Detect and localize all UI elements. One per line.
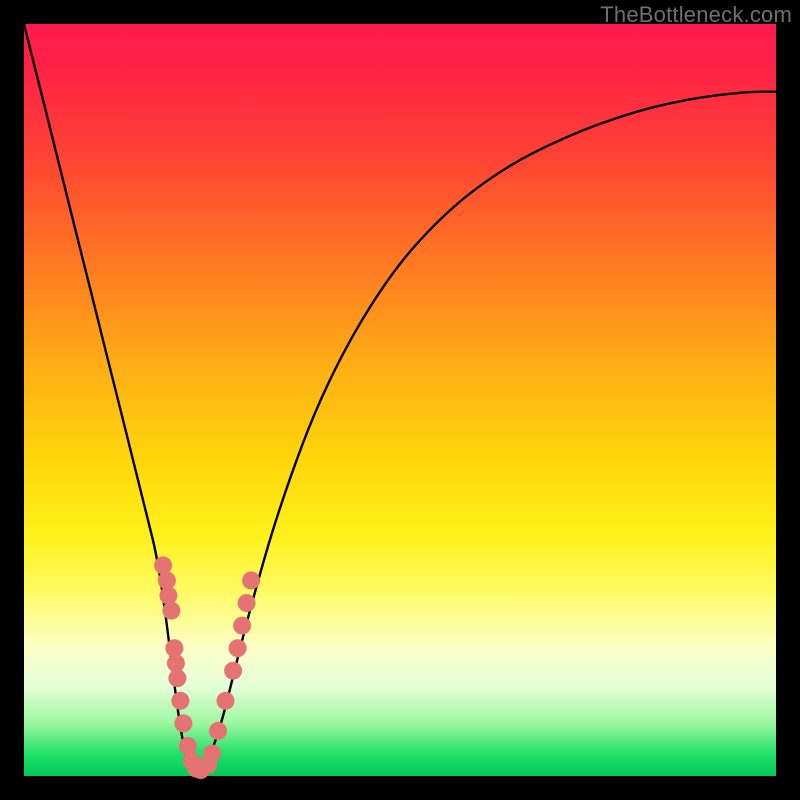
- bottleneck-curve: [24, 24, 776, 774]
- watermark-text: TheBottleneck.com: [600, 2, 792, 28]
- marker-dot: [168, 669, 186, 687]
- marker-dot: [229, 639, 247, 657]
- marker-dot: [224, 662, 242, 680]
- marker-dot: [242, 572, 260, 590]
- marker-dot: [171, 692, 189, 710]
- marker-dots: [154, 556, 260, 779]
- marker-dot: [217, 692, 235, 710]
- chart-svg: [24, 24, 776, 776]
- marker-dot: [162, 602, 180, 620]
- marker-dot: [238, 594, 256, 612]
- marker-dot: [174, 714, 192, 732]
- marker-dot: [203, 744, 221, 762]
- marker-dot: [209, 722, 227, 740]
- marker-dot: [159, 587, 177, 605]
- curve-layer: [24, 24, 776, 774]
- outer-frame: TheBottleneck.com: [0, 0, 800, 800]
- marker-dot: [233, 617, 251, 635]
- marker-dot: [154, 556, 172, 574]
- plot-area: [24, 24, 776, 776]
- marker-dot: [179, 737, 197, 755]
